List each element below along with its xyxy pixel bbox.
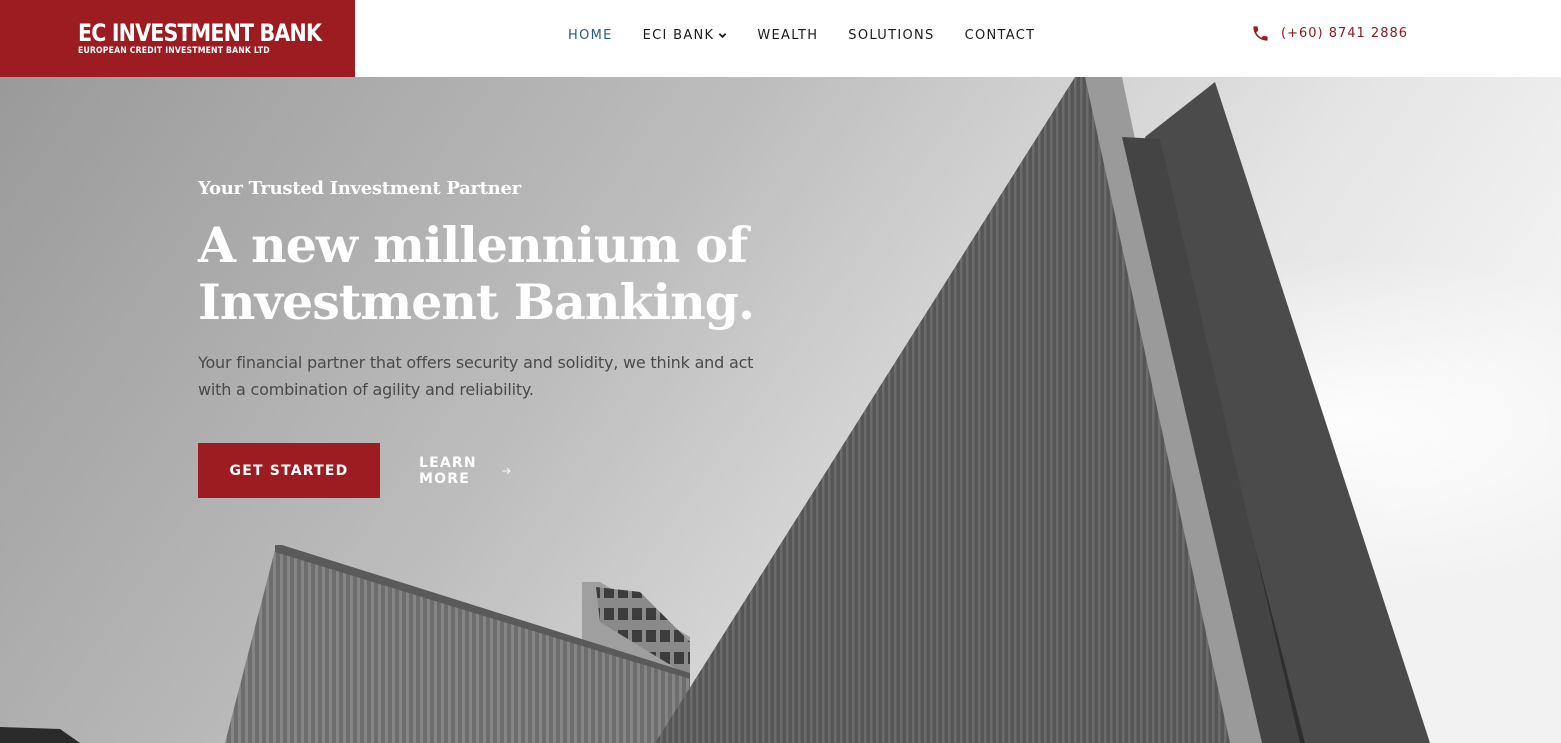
- brand-name: EC INVESTMENT BANK: [78, 18, 322, 47]
- get-started-button[interactable]: GET STARTED: [198, 443, 380, 498]
- hero-tagline: Your Trusted Investment Partner: [198, 178, 521, 199]
- phone-number: (+60) 8741 2886: [1281, 26, 1409, 41]
- nav-item-label: CONTACT: [964, 27, 1036, 43]
- hero-section: Your Trusted Investment Partner A new mi…: [0, 77, 1561, 743]
- logo[interactable]: EC INVESTMENT BANK EUROPEAN CREDIT INVES…: [0, 0, 355, 77]
- nav-item-eci-bank[interactable]: ECI BANK: [643, 28, 728, 43]
- nav-item-label: HOME: [568, 27, 613, 43]
- learn-more-link[interactable]: LEARN MORE: [419, 443, 511, 498]
- headline-line-1: A new millennium of: [198, 216, 748, 274]
- nav-item-contact[interactable]: CONTACT: [965, 28, 1036, 43]
- hero-description: Your financial partner that offers secur…: [198, 353, 754, 399]
- nav-item-label: WEALTH: [757, 27, 819, 43]
- learn-more-label: LEARN MORE: [419, 454, 477, 487]
- hero-background-image: [0, 77, 1561, 743]
- hero-headline: A new millennium of Investment Banking.: [198, 217, 838, 331]
- chevron-down-icon: [719, 32, 727, 38]
- nav-item-solutions[interactable]: SOLUTIONS: [848, 28, 934, 43]
- nav-item-label: ECI BANK: [642, 27, 715, 43]
- nav-item-label: SOLUTIONS: [848, 27, 935, 43]
- nav-item-wealth[interactable]: WEALTH: [757, 28, 818, 43]
- main-nav: HOME ECI BANK WEALTH SOLUTIONS CONTACT: [568, 0, 1065, 70]
- phone-icon: [1253, 26, 1268, 41]
- brand-subtitle: EUROPEAN CREDIT INVESTMENT BANK LTD: [78, 45, 270, 56]
- nav-item-home[interactable]: HOME: [568, 28, 613, 43]
- logo-text: EC INVESTMENT BANK EUROPEAN CREDIT INVES…: [78, 21, 361, 57]
- arrow-right-icon: [502, 467, 511, 474]
- headline-line-2: Investment Banking.: [198, 273, 755, 331]
- site-header: EC INVESTMENT BANK EUROPEAN CREDIT INVES…: [0, 0, 1561, 77]
- phone-link[interactable]: (+60) 8741 2886: [1251, 24, 1408, 43]
